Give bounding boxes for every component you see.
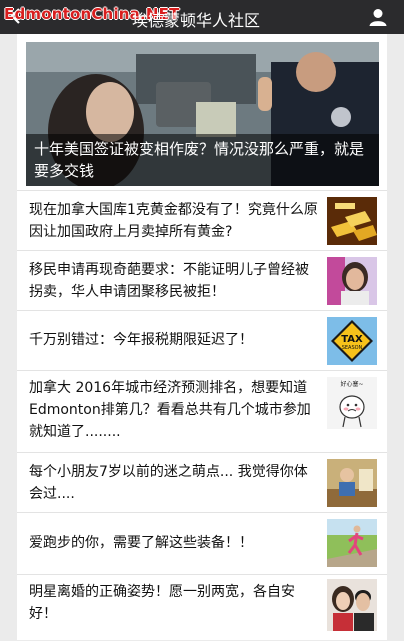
child-photo-thumbnail: [327, 459, 377, 507]
profile-icon[interactable]: [368, 7, 388, 27]
article-title: 移民申请再现奇葩要求：不能证明儿子曾经被拐卖，华人申请团聚移民被拒！: [29, 262, 309, 300]
list-item[interactable]: 现在加拿大国库1克黄金都没有了！究竟什么原因让加国政府上月卖掉所有黄金?: [17, 190, 387, 249]
article-title: 明星离婚的正确姿势！愿一别两宽，各自安好！: [29, 584, 295, 622]
hero-headline: 十年美国签证被变相作废？情况没那么严重，就是要多交钱: [34, 140, 365, 180]
tax-sign-thumbnail: TAX SEASON: [327, 317, 377, 365]
page-title: 埃德蒙顿华人社区: [132, 11, 261, 30]
article-title: 千万别错过：今年报税期限延迟了！: [29, 332, 253, 348]
cartoon-caption: 好心塞~: [340, 380, 363, 388]
woman-portrait-thumbnail: [327, 257, 377, 305]
top-bar: EdmontonChina.NET 埃德蒙顿华人社区: [0, 0, 404, 34]
article-title: 每个小朋友7岁以前的迷之萌点... 我觉得你体会过....: [29, 464, 308, 502]
list-item[interactable]: 爱跑步的你，需要了解这些装备！！: [17, 512, 387, 573]
tax-sign-text: TAX: [341, 334, 363, 345]
runner-photo-thumbnail: [327, 519, 377, 567]
list-item[interactable]: 千万别错过：今年报税期限延迟了！ TAX SEASON: [17, 310, 387, 369]
article-title: 加拿大 2016年城市经济预测排名，想要知道Edmonton排第几？看看总共有几…: [29, 380, 311, 440]
cartoon-thumbnail: 好心塞~: [327, 377, 377, 429]
list-item[interactable]: 加拿大 2016年城市经济预测排名，想要知道Edmonton排第几？看看总共有几…: [17, 370, 387, 451]
gold-bars-thumbnail: [327, 197, 377, 245]
article-list-card: 十年美国签证被变相作废？情况没那么严重，就是要多交钱 现在加拿大国库1克黄金都没…: [17, 34, 387, 640]
hero-caption: 十年美国签证被变相作废？情况没那么严重，就是要多交钱: [26, 134, 379, 186]
hero-article[interactable]: 十年美国签证被变相作废？情况没那么严重，就是要多交钱: [26, 42, 379, 186]
article-title: 现在加拿大国库1克黄金都没有了！究竟什么原因让加国政府上月卖掉所有黄金?: [29, 202, 318, 240]
couple-photo-thumbnail: [327, 579, 377, 631]
season-sign-text: SEASON: [342, 345, 363, 351]
list-item[interactable]: 明星离婚的正确姿势！愿一别两宽，各自安好！: [17, 574, 387, 641]
article-title: 爱跑步的你，需要了解这些装备！！: [29, 535, 253, 551]
list-item[interactable]: 移民申请再现奇葩要求：不能证明儿子曾经被拐卖，华人申请团聚移民被拒！: [17, 250, 387, 309]
list-item[interactable]: 每个小朋友7岁以前的迷之萌点... 我觉得你体会过....: [17, 452, 387, 511]
